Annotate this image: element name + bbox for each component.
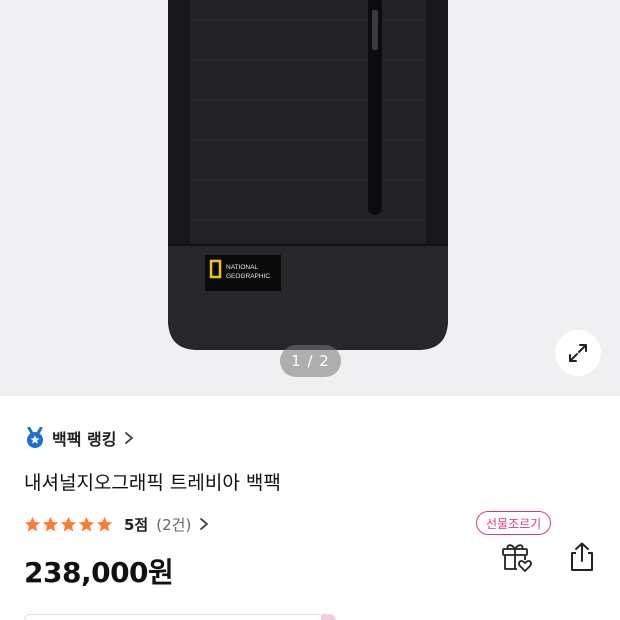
medal-icon [27,427,43,448]
image-counter: 1 / 2 [280,345,341,377]
gift-heart-icon [502,544,532,572]
rating-summary[interactable]: 5점 (2건) [24,512,209,536]
star-icon [78,516,95,531]
share-button[interactable] [562,537,602,577]
product-title: 내셔널지오그래픽 트레비아 백팩 [24,472,281,494]
coupon-banner[interactable] [24,614,336,620]
chevron-right-icon [125,432,134,444]
svg-text:GEOGRAPHIC: GEOGRAPHIC [226,273,270,280]
product-detail-page: NATIONAL GEOGRAPHIC 1 / 2 백팩 랭킹 내셔널지오그래픽… [0,0,620,620]
share-icon [571,542,593,571]
star-icon [42,516,59,531]
expand-image-button[interactable] [555,330,601,376]
coupon-banner-accent [321,615,335,620]
star-rating [24,516,114,533]
svg-text:NATIONAL: NATIONAL [226,264,258,271]
ranking-label: 백팩 랭킹 [52,430,117,449]
product-photo-backpack: NATIONAL GEOGRAPHIC [168,0,448,350]
review-count: (2건) [156,515,192,534]
chevron-right-icon [200,518,209,530]
star-icon [96,516,113,531]
product-price: 238,000원 [24,556,174,589]
ranking-link[interactable]: 백팩 랭킹 [24,426,134,450]
star-icon [60,516,77,531]
rating-score: 5점 [124,515,149,534]
gift-request-badge[interactable]: 선물조르기 [476,511,552,535]
gift-button[interactable] [496,537,536,577]
expand-icon [569,344,587,362]
product-image-gallery[interactable]: NATIONAL GEOGRAPHIC 1 / 2 [0,0,620,396]
star-icon [24,516,41,531]
